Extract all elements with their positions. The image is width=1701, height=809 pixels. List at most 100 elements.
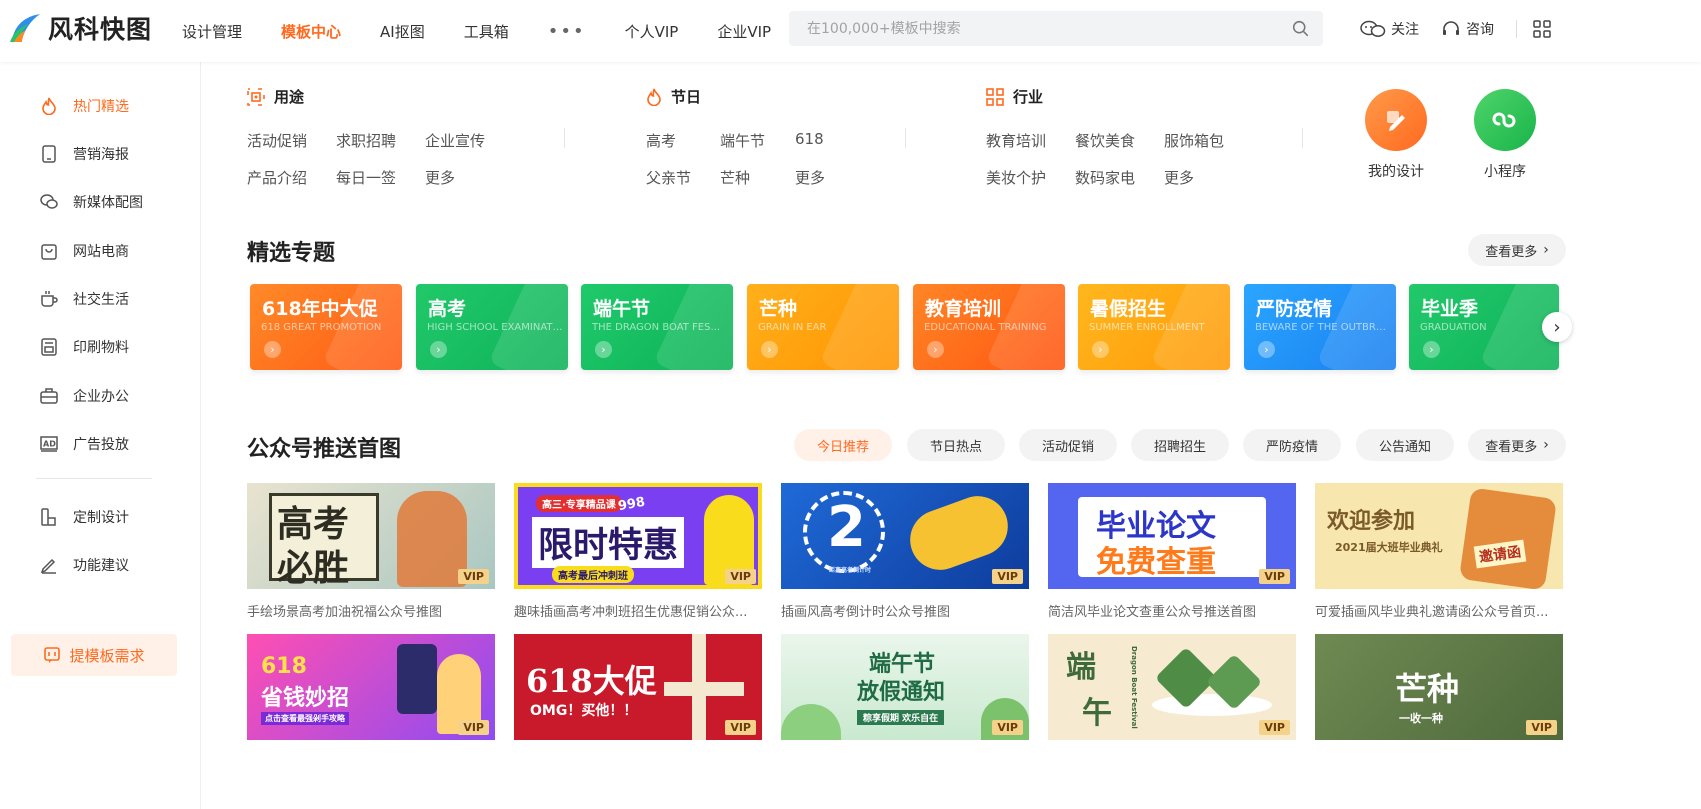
sidebar-item-ecommerce[interactable]: 网站电商: [40, 241, 129, 261]
sidebar-item-newmedia[interactable]: 新媒体配图: [40, 192, 143, 212]
topic-subtitle: BEWARE OF THE OUTBREAK: [1255, 322, 1391, 333]
tab-recruit[interactable]: 招聘招生: [1131, 429, 1229, 461]
category-link[interactable]: 服饰箱包: [1164, 130, 1224, 151]
search-input[interactable]: [807, 11, 1267, 46]
nav-toolbox[interactable]: 工具箱: [464, 21, 509, 42]
more-label: 查看更多: [1485, 439, 1538, 455]
category-more-link[interactable]: 更多: [795, 167, 825, 188]
category-link[interactable]: 端午节: [720, 130, 765, 151]
vip-badge: VIP: [1259, 720, 1290, 735]
template-card[interactable]: 毕业论文 免费查重 VIP 简洁风毕业论文查重公众号推送首图: [1048, 483, 1296, 620]
category-link[interactable]: 产品介绍: [247, 167, 307, 188]
category-link[interactable]: 父亲节: [646, 167, 691, 188]
template-card[interactable]: 端 午 Dragon Boat Festival VIP: [1048, 634, 1296, 740]
tab-festival[interactable]: 节日热点: [907, 429, 1005, 461]
topic-subtitle: GRADUATION: [1420, 322, 1487, 333]
search-icon[interactable]: [1292, 20, 1309, 37]
category-link[interactable]: 数码家电: [1075, 167, 1135, 188]
tab-today[interactable]: 今日推荐: [794, 429, 892, 461]
art-text: 一收一种: [1399, 712, 1443, 725]
template-thumbnail: 2 距离高考倒计时 VIP: [781, 483, 1029, 589]
topic-title: 芒种: [759, 298, 798, 320]
topic-card[interactable]: 暑假招生 SUMMER ENROLLMENT ›: [1078, 284, 1230, 370]
template-card[interactable]: 芒种 一收一种 VIP: [1315, 634, 1563, 740]
art-text: 必胜: [277, 548, 350, 589]
sidebar-item-feedback[interactable]: 功能建议: [40, 555, 129, 575]
my-design-button[interactable]: 我的设计: [1356, 89, 1436, 181]
template-card[interactable]: 欢迎参加 2021届大班毕业典礼 邀请函 可爱插画风毕业典礼邀请函公众号首页..…: [1315, 483, 1563, 620]
pen-icon: [40, 556, 58, 574]
topic-subtitle: GRAIN IN EAR: [758, 322, 827, 333]
sidebar-item-print[interactable]: 印刷物料: [40, 337, 129, 357]
tab-notice[interactable]: 公告通知: [1356, 429, 1454, 461]
category-link[interactable]: 求职招聘: [336, 130, 396, 151]
template-card[interactable]: 高考 必胜 VIP 手绘场景高考加油祝福公众号推图: [247, 483, 495, 620]
topic-subtitle: 618 GREAT PROMOTION: [261, 322, 382, 333]
vip-badge: VIP: [992, 569, 1023, 584]
featured-more-button[interactable]: 查看更多 ›: [1468, 234, 1566, 266]
template-card[interactable]: 618大促 OMG！买他！！ VIP: [514, 634, 762, 740]
mini-program-button[interactable]: 小程序: [1465, 89, 1545, 181]
apps-grid-icon[interactable]: [1533, 20, 1551, 38]
nav-ai-cutout[interactable]: AI抠图: [380, 21, 425, 42]
template-card[interactable]: 2 距离高考倒计时 VIP 插画风高考倒计时公众号推图: [781, 483, 1029, 620]
follow-button[interactable]: 关注: [1360, 19, 1419, 39]
mini-program-icon: [1474, 89, 1536, 151]
category-more-link[interactable]: 更多: [425, 167, 455, 188]
request-template-button[interactable]: 提模板需求: [11, 634, 177, 676]
category-link[interactable]: 芒种: [720, 167, 750, 188]
category-link[interactable]: 每日一签: [336, 167, 396, 188]
tab-epidemic[interactable]: 严防疫情: [1243, 429, 1341, 461]
category-link[interactable]: 618: [795, 130, 824, 148]
category-link[interactable]: 餐饮美食: [1075, 130, 1135, 151]
nav-enterprise-vip[interactable]: 企业VIP: [717, 21, 771, 42]
topic-card[interactable]: 教育培训 EDUCATIONAL TRAINING ›: [913, 284, 1065, 370]
pencil-icon: [1365, 89, 1427, 151]
bag-icon: [40, 242, 58, 260]
category-more-link[interactable]: 更多: [1164, 167, 1194, 188]
ribbon-illustration: [664, 682, 744, 696]
category-title: 用途: [274, 88, 305, 106]
topic-title: 教育培训: [925, 298, 1002, 320]
category-link[interactable]: 美妆个护: [986, 167, 1046, 188]
category-link[interactable]: 企业宣传: [425, 130, 485, 151]
brand-logo[interactable]: 风科快图: [8, 10, 152, 46]
nav-design-manage[interactable]: 设计管理: [182, 21, 242, 42]
sidebar-item-office[interactable]: 企业办公: [40, 386, 129, 406]
template-card[interactable]: 高三·专享精品课 限时特惠 998 高考最后冲刺班 VIP 趣味插画高考冲刺班招…: [514, 483, 762, 620]
headset-icon: [1443, 21, 1459, 35]
consult-button[interactable]: 咨询: [1441, 19, 1494, 39]
template-card[interactable]: 端午节 放假通知 粽享假期 欢乐自在 VIP: [781, 634, 1029, 740]
template-caption: 简洁风毕业论文查重公众号推送首图: [1048, 605, 1257, 620]
topic-card[interactable]: 严防疫情 BEWARE OF THE OUTBREAK ›: [1244, 284, 1396, 370]
art-text: 端: [1066, 650, 1096, 685]
template-caption: 可爱插画风毕业典礼邀请函公众号首页...: [1315, 605, 1549, 620]
topic-card[interactable]: 毕业季 GRADUATION ›: [1409, 284, 1559, 370]
topic-card[interactable]: 618年中大促 618 GREAT PROMOTION ›: [250, 284, 402, 370]
category-link[interactable]: 活动促销: [247, 130, 307, 151]
sidebar-item-custom[interactable]: 定制设计: [40, 507, 129, 527]
art-text: 欢迎参加: [1327, 509, 1416, 534]
sidebar-item-poster[interactable]: 营销海报: [40, 144, 129, 164]
category-title: 行业: [1013, 88, 1044, 106]
template-thumbnail: 端 午 Dragon Boat Festival VIP: [1048, 634, 1296, 740]
template-card[interactable]: 618 省钱妙招 点击查看最强剁手攻略 VIP: [247, 634, 495, 740]
sidebar-item-social[interactable]: 社交生活: [40, 289, 129, 309]
category-link[interactable]: 教育培训: [986, 130, 1046, 151]
topic-title: 严防疫情: [1256, 298, 1333, 320]
topic-card[interactable]: 芒种 GRAIN IN EAR ›: [747, 284, 899, 370]
nav-more-icon[interactable]: •••: [548, 21, 586, 42]
tab-promotion[interactable]: 活动促销: [1019, 429, 1117, 461]
wechat-more-button[interactable]: 查看更多 ›: [1468, 429, 1566, 461]
carousel-next-button[interactable]: ›: [1542, 312, 1572, 342]
art-text: 2021届大班毕业典礼: [1335, 541, 1443, 554]
category-link[interactable]: 高考: [646, 130, 676, 151]
nav-template-center[interactable]: 模板中心: [281, 21, 341, 42]
runner-illustration: [901, 487, 1017, 579]
sidebar-item-hot[interactable]: 热门精选: [40, 96, 129, 116]
sidebar-item-ads[interactable]: AD 广告投放: [40, 434, 129, 454]
topic-card[interactable]: 端午节 THE DRAGON BOAT FES... ›: [581, 284, 733, 370]
nav-personal-vip[interactable]: 个人VIP: [625, 21, 679, 42]
more-label: 查看更多: [1485, 244, 1538, 260]
topic-card[interactable]: 高考 HIGH SCHOOL EXAMINATION ›: [416, 284, 568, 370]
